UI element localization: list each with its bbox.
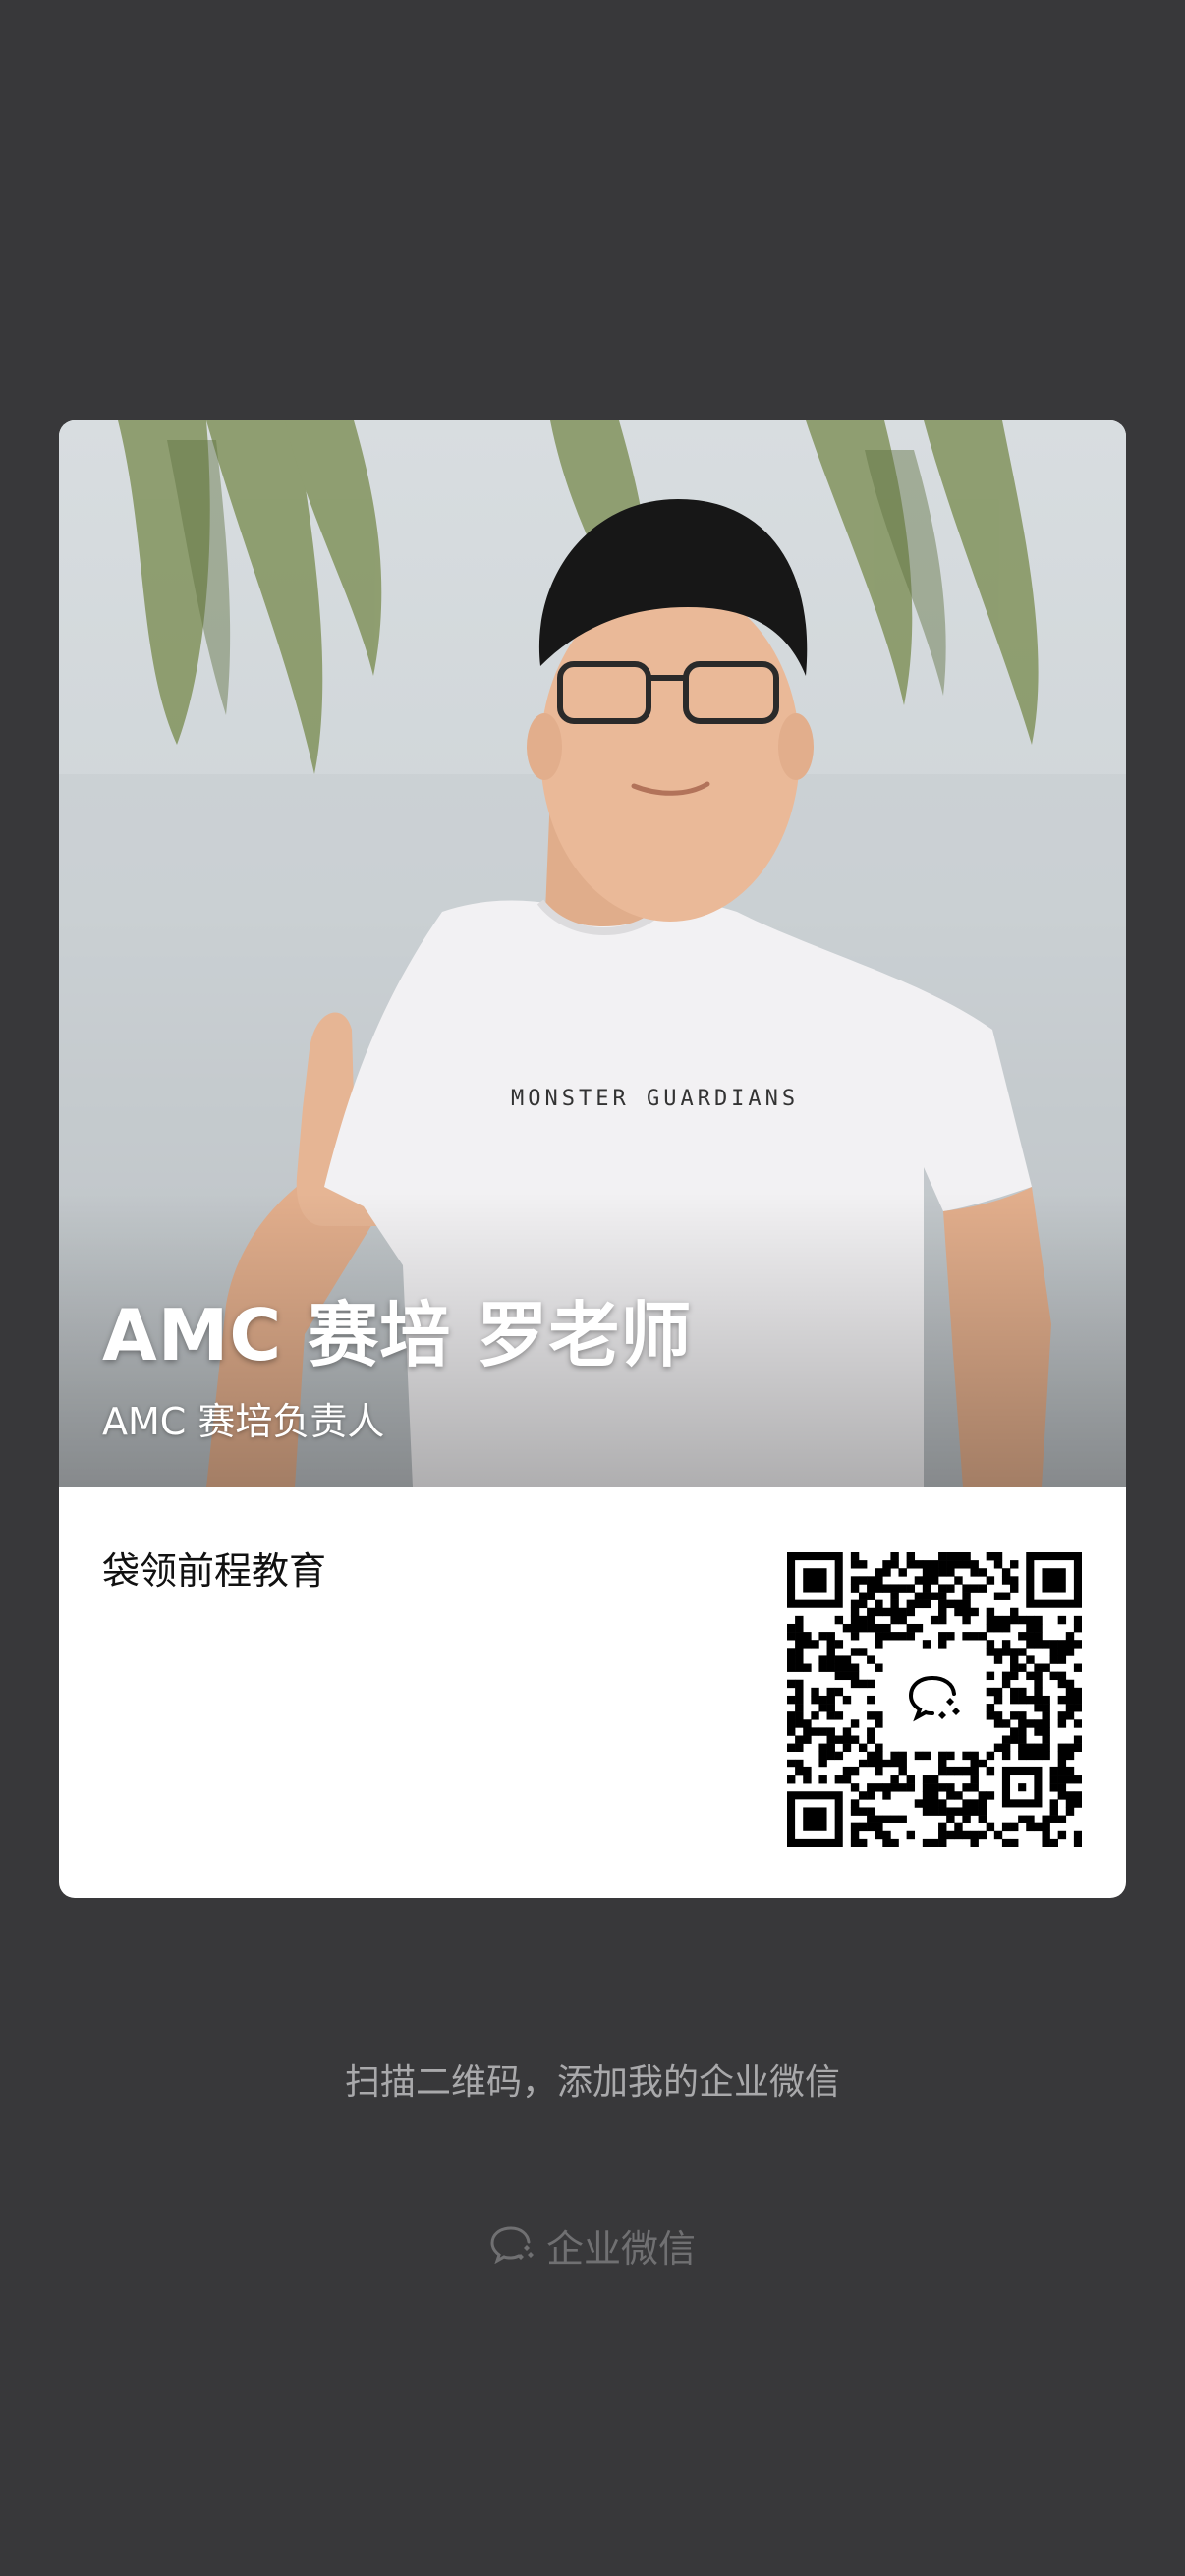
profile-photo: MONSTER GUARDIANS AMC 赛培 罗老师 AMC 赛培负责人	[59, 420, 1126, 1487]
contact-position: AMC 赛培负责人	[102, 1400, 385, 1443]
contact-name: AMC 赛培 罗老师	[102, 1294, 693, 1376]
wecom-brand-label: 企业微信	[545, 2227, 696, 2270]
wecom-logo-icon	[489, 2224, 536, 2268]
qr-code-pattern	[787, 1552, 1083, 1848]
wecom-brand: 企业微信	[0, 2218, 1185, 2272]
qr-code[interactable]	[787, 1552, 1083, 1848]
scan-hint-text: 扫描二维码，添加我的企业微信	[344, 2062, 840, 2102]
svg-text:MONSTER GUARDIANS: MONSTER GUARDIANS	[511, 1087, 799, 1111]
business-card: MONSTER GUARDIANS AMC 赛培 罗老师 AMC 赛培负责人 袋…	[59, 420, 1126, 1898]
company-name: 袋领前程教育	[102, 1549, 327, 1593]
